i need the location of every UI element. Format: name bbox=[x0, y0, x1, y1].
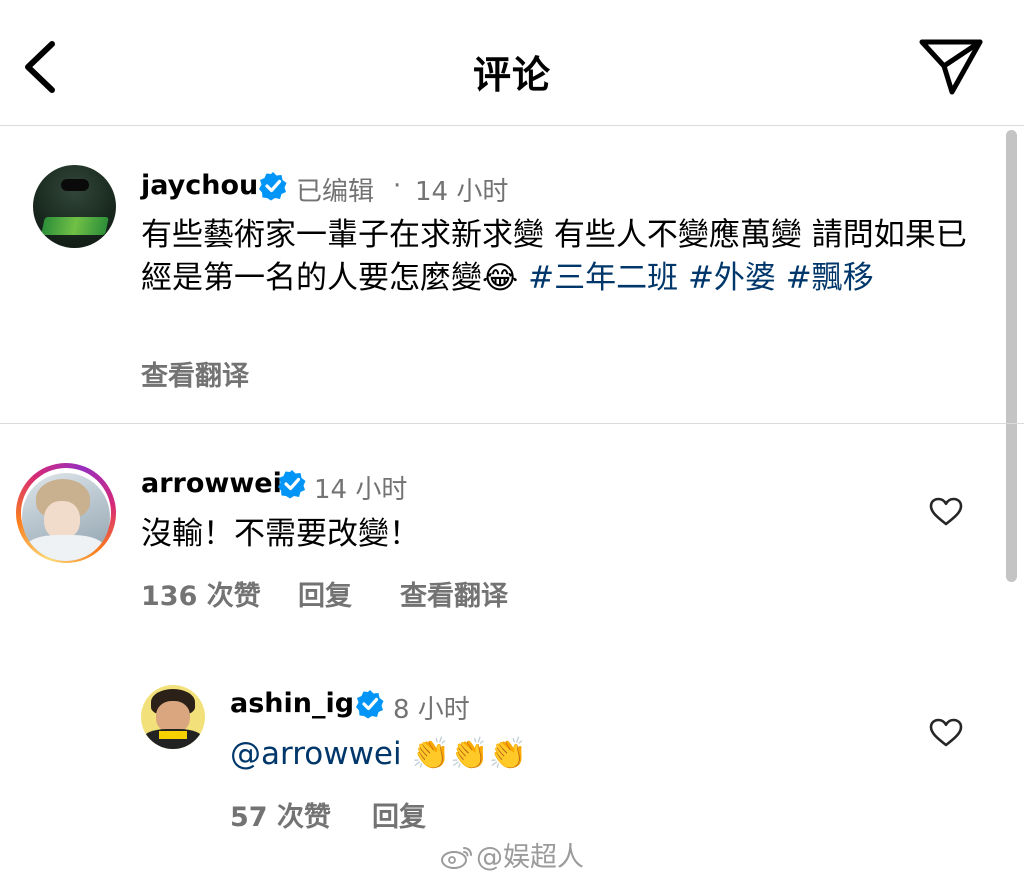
post-text: 有些藝術家一輩子在求新求變 有些人不變應萬變 請問如果已經是第一名的人要怎麼變😂… bbox=[141, 214, 991, 300]
username[interactable]: ashin_ig bbox=[230, 688, 354, 719]
username[interactable]: arrowwei bbox=[141, 468, 282, 499]
avatar[interactable] bbox=[141, 685, 205, 749]
weibo-logo-icon bbox=[441, 847, 472, 869]
paper-plane-icon bbox=[919, 39, 983, 95]
heart-outline-icon[interactable] bbox=[929, 497, 963, 527]
see-translation-link[interactable]: 查看翻译 bbox=[141, 354, 249, 393]
header-bar: 评论 bbox=[0, 0, 1024, 126]
comment-time: 8 小时 bbox=[393, 695, 470, 725]
hashtag-link[interactable]: #外婆 bbox=[688, 260, 776, 296]
hashtag-link[interactable]: #三年二班 bbox=[528, 260, 678, 296]
laugh-emoji: 😂 bbox=[482, 260, 519, 296]
share-button[interactable] bbox=[916, 36, 986, 98]
comment-text: @arrowwei 👏👏👏 bbox=[230, 733, 527, 776]
weibo-watermark: @娱超人 bbox=[440, 835, 584, 874]
reply-button[interactable]: 回复 bbox=[298, 574, 352, 613]
verified-badge-icon bbox=[259, 172, 287, 201]
edited-label: 已编辑 bbox=[296, 177, 375, 207]
see-translation-link[interactable]: 查看翻译 bbox=[400, 574, 508, 613]
post-time: 14 小时 bbox=[415, 177, 509, 207]
reply-button[interactable]: 回复 bbox=[372, 795, 426, 834]
like-count[interactable]: 57 次赞 bbox=[230, 795, 331, 834]
verified-badge-icon bbox=[356, 690, 384, 719]
post-caption: jaychou 已编辑 · 14 小时 有些藝術家一輩子在求新求變 有些人不變應… bbox=[0, 126, 1024, 424]
clap-emojis: 👏👏👏 bbox=[411, 736, 528, 772]
hashtag-link[interactable]: #飄移 bbox=[786, 260, 874, 296]
heart-outline-icon[interactable] bbox=[929, 718, 963, 748]
meta-separator: · bbox=[393, 171, 402, 201]
like-count[interactable]: 136 次赞 bbox=[141, 574, 261, 613]
avatar[interactable] bbox=[22, 473, 110, 561]
mention-link[interactable]: @arrowwei bbox=[230, 736, 402, 772]
page-title: 评论 bbox=[472, 53, 551, 97]
username[interactable]: jaychou bbox=[141, 170, 258, 201]
comment-text: 沒輸！不需要改變！ bbox=[141, 516, 420, 552]
watermark-text: @娱超人 bbox=[476, 842, 584, 873]
avatar[interactable] bbox=[33, 165, 116, 248]
comment-time: 14 小时 bbox=[314, 475, 408, 505]
verified-badge-icon bbox=[278, 470, 306, 499]
